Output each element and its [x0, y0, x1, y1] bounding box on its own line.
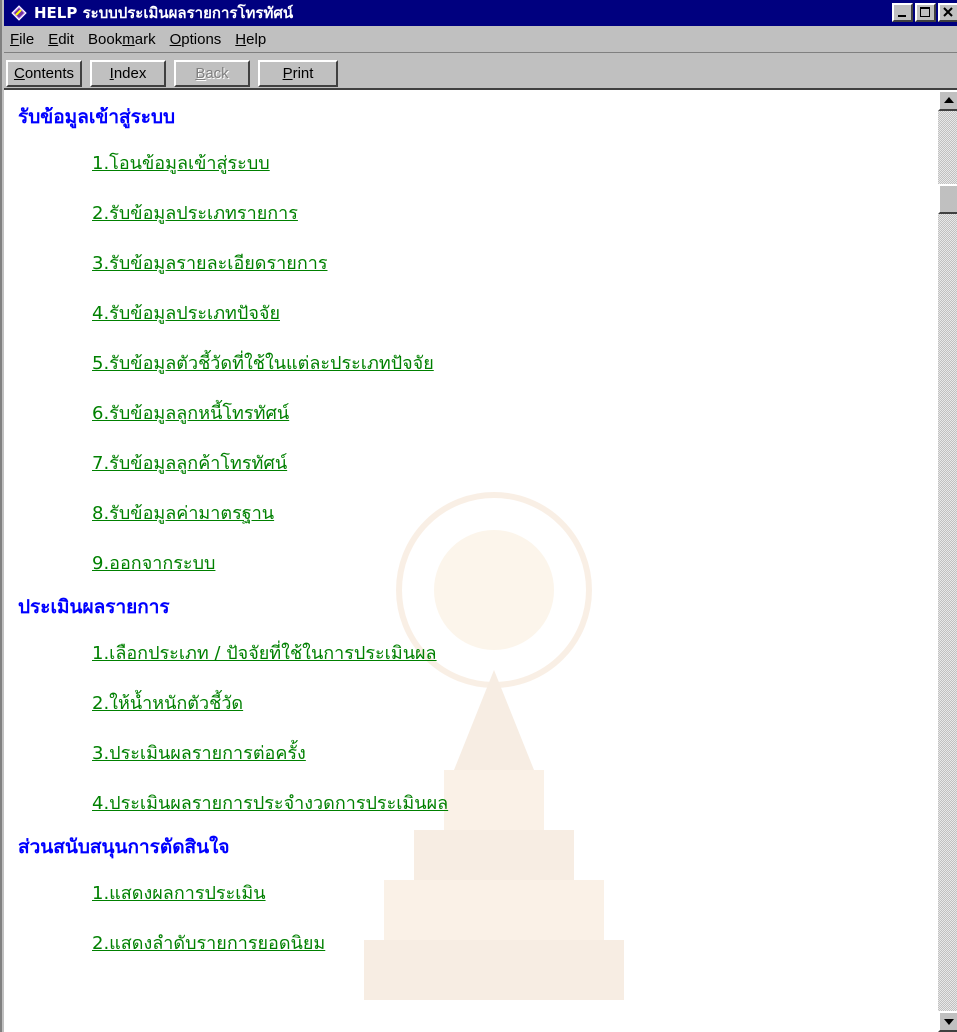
- help-window: HELP ระบบประเมินผลรายการโทรทัศน์ File Ed…: [0, 0, 957, 1032]
- arrow-up-icon: [944, 97, 954, 103]
- title-bar[interactable]: HELP ระบบประเมินผลรายการโทรทัศน์: [4, 0, 957, 26]
- maximize-button[interactable]: [915, 3, 936, 22]
- window-title: HELP ระบบประเมินผลรายการโทรทัศน์: [34, 4, 294, 22]
- print-button[interactable]: Print: [258, 60, 338, 87]
- link-popular-ranking[interactable]: 2.แสดงลำดับรายการยอดนิยม: [92, 928, 325, 957]
- menu-edit[interactable]: Edit: [42, 31, 82, 48]
- close-icon: [943, 7, 953, 17]
- help-toolbar: Contents Index Back Print: [4, 54, 957, 90]
- menu-help[interactable]: Help: [229, 31, 274, 48]
- watermark-emblem: [364, 492, 624, 1000]
- link-evaluate-per-episode[interactable]: 3.ประเมินผลรายการต่อครั้ง: [92, 738, 306, 767]
- link-exit-system[interactable]: 9.ออกจากระบบ: [92, 548, 215, 577]
- back-button[interactable]: Back: [174, 60, 250, 87]
- link-factor-type-data[interactable]: 4.รับข้อมูลประเภทปัจจัย: [92, 298, 280, 327]
- section-heading-data-input: รับข้อมูลเข้าสู่ระบบ: [18, 106, 176, 128]
- link-debtor-data[interactable]: 6.รับข้อมูลลูกหนี้โทรทัศน์: [92, 398, 289, 427]
- minimize-icon: [898, 15, 906, 17]
- section-heading-evaluation: ประเมินผลรายการ: [18, 596, 170, 618]
- window-controls: [890, 3, 957, 22]
- scroll-up-button[interactable]: [938, 90, 957, 111]
- index-button[interactable]: Index: [90, 60, 166, 87]
- contents-button[interactable]: Contents: [6, 60, 82, 87]
- menu-options[interactable]: Options: [164, 31, 230, 48]
- arrow-down-icon: [944, 1019, 954, 1025]
- scroll-thumb[interactable]: [938, 184, 957, 214]
- vertical-scrollbar[interactable]: [938, 90, 957, 1032]
- link-evaluate-per-period[interactable]: 4.ประเมินผลรายการประจำงวดการประเมินผล: [92, 788, 448, 817]
- close-button[interactable]: [938, 3, 957, 22]
- help-content: รับข้อมูลเข้าสู่ระบบ 1.โอนข้อมูลเข้าสู่ร…: [4, 90, 938, 1032]
- section-heading-decision-support: ส่วนสนับสนุนการตัดสินใจ: [18, 836, 230, 858]
- menu-bar: File Edit Bookmark Options Help: [4, 26, 957, 53]
- link-transfer-data[interactable]: 1.โอนข้อมูลเข้าสู่ระบบ: [92, 148, 270, 177]
- link-standard-value-data[interactable]: 8.รับข้อมูลค่ามาตรฐาน: [92, 498, 274, 527]
- link-indicator-weight[interactable]: 2.ให้น้ำหนักตัวชี้วัด: [92, 688, 243, 717]
- minimize-button[interactable]: [892, 3, 913, 22]
- link-indicator-data[interactable]: 5.รับข้อมูลตัวชี้วัดที่ใช้ในแต่ละประเภทป…: [92, 348, 434, 377]
- link-show-results[interactable]: 1.แสดงผลการประเมิน: [92, 878, 266, 907]
- link-select-factor[interactable]: 1.เลือกประเภท / ปัจจัยที่ใช้ในการประเมิน…: [92, 638, 437, 667]
- help-book-icon: [11, 5, 27, 21]
- link-program-detail-data[interactable]: 3.รับข้อมูลรายละเอียดรายการ: [92, 248, 328, 277]
- link-program-type-data[interactable]: 2.รับข้อมูลประเภทรายการ: [92, 198, 298, 227]
- link-customer-data[interactable]: 7.รับข้อมูลลูกค้าโทรทัศน์: [92, 448, 287, 477]
- scroll-down-button[interactable]: [938, 1011, 957, 1032]
- menu-bookmark[interactable]: Bookmark: [82, 31, 164, 48]
- maximize-icon: [920, 7, 930, 17]
- menu-file[interactable]: File: [4, 31, 42, 48]
